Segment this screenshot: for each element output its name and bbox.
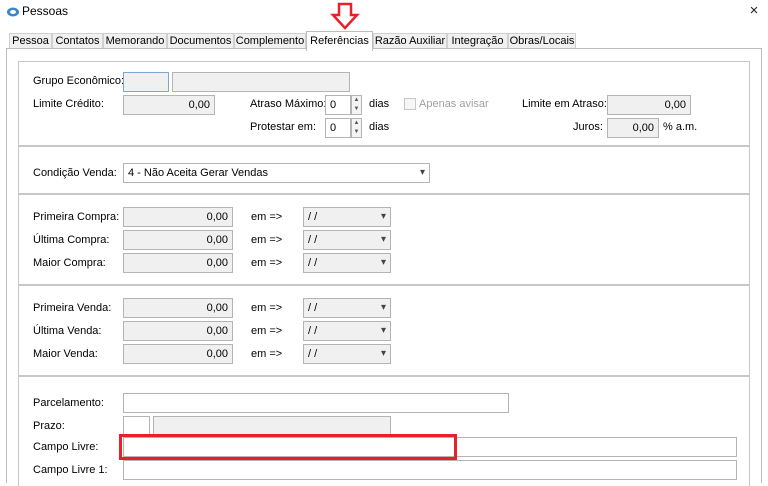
chevron-down-icon: ▾ — [380, 302, 386, 313]
ultima-compra-em-label: em => — [251, 234, 283, 246]
campo-livre-1-label: Campo Livre 1: — [33, 464, 108, 476]
limite-credito-field[interactable]: 0,00 — [123, 95, 215, 115]
tab-divider — [6, 48, 762, 49]
condicao-venda-label: Condição Venda: — [33, 167, 117, 179]
atraso-maximo-label: Atraso Máximo: — [250, 98, 327, 110]
ultima-venda-date[interactable]: / / ▾ — [303, 321, 391, 341]
window-title: Pessoas — [22, 4, 69, 18]
condicao-venda-select[interactable]: 4 - Não Aceita Gerar Vendas ▾ — [123, 163, 430, 183]
chevron-down-icon: ▾ — [380, 348, 386, 359]
ultima-venda-field[interactable]: 0,00 — [123, 321, 233, 341]
campo-livre-label: Campo Livre: — [33, 441, 99, 453]
spin-up-icon[interactable]: ▲ — [352, 96, 361, 105]
maior-venda-field[interactable]: 0,00 — [123, 344, 233, 364]
grupo-economico-code-field[interactable] — [123, 72, 169, 92]
maior-compra-label: Maior Compra: — [33, 257, 106, 269]
grupo-economico-label: Grupo Econômico: — [33, 75, 125, 87]
date-value: / / — [308, 325, 318, 337]
protestar-em-label: Protestar em: — [250, 121, 317, 133]
limite-credito-label: Limite Crédito: — [33, 98, 104, 110]
chevron-down-icon: ▾ — [380, 234, 386, 245]
dias-label: dias — [369, 98, 390, 110]
date-value: / / — [308, 257, 318, 269]
apenas-avisar-label: Apenas avisar — [419, 98, 489, 110]
protestar-em-spinner[interactable]: ▲ ▼ — [351, 118, 362, 138]
date-value: / / — [308, 234, 318, 246]
ultima-compra-field[interactable]: 0,00 — [123, 230, 233, 250]
chevron-down-icon: ▾ — [380, 211, 386, 222]
spin-down-icon[interactable]: ▼ — [352, 128, 361, 137]
grupo-economico-name-field — [172, 72, 350, 92]
prazo-code-field[interactable] — [123, 416, 150, 436]
atraso-maximo-spinner[interactable]: ▲ ▼ — [351, 95, 362, 115]
atraso-maximo-field[interactable]: 0 — [325, 95, 351, 115]
protestar-em-field[interactable]: 0 — [325, 118, 351, 138]
chevron-down-icon: ▾ — [419, 167, 425, 178]
maior-compra-em-label: em => — [251, 257, 283, 269]
ultima-venda-em-label: em => — [251, 325, 283, 337]
maior-venda-label: Maior Venda: — [33, 348, 98, 360]
primeira-venda-em-label: em => — [251, 302, 283, 314]
spin-down-icon[interactable]: ▼ — [352, 105, 361, 114]
ultima-compra-date[interactable]: / / ▾ — [303, 230, 391, 250]
chevron-down-icon: ▾ — [380, 257, 386, 268]
apenas-avisar-checkbox[interactable] — [404, 98, 416, 110]
date-value: / / — [308, 302, 318, 314]
maior-compra-field[interactable]: 0,00 — [123, 253, 233, 273]
primeira-venda-date[interactable]: / / ▾ — [303, 298, 391, 318]
limite-em-atraso-field[interactable]: 0,00 — [607, 95, 691, 115]
date-value: / / — [308, 348, 318, 360]
maior-venda-date[interactable]: / / ▾ — [303, 344, 391, 364]
dias-label: dias — [369, 121, 390, 133]
juros-unit-label: % a.m. — [663, 121, 698, 133]
tab-referencias[interactable]: Referências — [306, 31, 373, 51]
primeira-compra-em-label: em => — [251, 211, 283, 223]
primeira-venda-label: Primeira Venda: — [33, 302, 112, 314]
prazo-name-field — [153, 416, 391, 436]
primeira-venda-field[interactable]: 0,00 — [123, 298, 233, 318]
date-value: / / — [308, 211, 318, 223]
condicao-venda-value: 4 - Não Aceita Gerar Vendas — [128, 167, 269, 179]
title-bar — [0, 0, 768, 24]
prazo-label: Prazo: — [33, 420, 65, 432]
primeira-compra-field[interactable]: 0,00 — [123, 207, 233, 227]
primeira-compra-date[interactable]: / / ▾ — [303, 207, 391, 227]
annotation-highlight-box — [119, 434, 457, 460]
ultima-venda-label: Última Venda: — [33, 325, 102, 337]
close-icon[interactable]: × — [744, 1, 764, 21]
annotation-arrow-icon — [330, 2, 360, 30]
tab-strip: Pessoa Contatos Memorando Documentos Com… — [0, 31, 768, 51]
app-icon — [7, 7, 19, 17]
ultima-compra-label: Última Compra: — [33, 234, 110, 246]
primeira-compra-label: Primeira Compra: — [33, 211, 120, 223]
juros-field[interactable]: 0,00 — [607, 118, 659, 138]
limite-em-atraso-label: Limite em Atraso: — [522, 98, 607, 110]
maior-venda-em-label: em => — [251, 348, 283, 360]
campo-livre-1-field[interactable] — [123, 460, 737, 480]
spin-up-icon[interactable]: ▲ — [352, 119, 361, 128]
chevron-down-icon: ▾ — [380, 325, 386, 336]
parcelamento-field[interactable] — [123, 393, 509, 413]
juros-label: Juros: — [573, 121, 603, 133]
parcelamento-label: Parcelamento: — [33, 397, 104, 409]
maior-compra-date[interactable]: / / ▾ — [303, 253, 391, 273]
